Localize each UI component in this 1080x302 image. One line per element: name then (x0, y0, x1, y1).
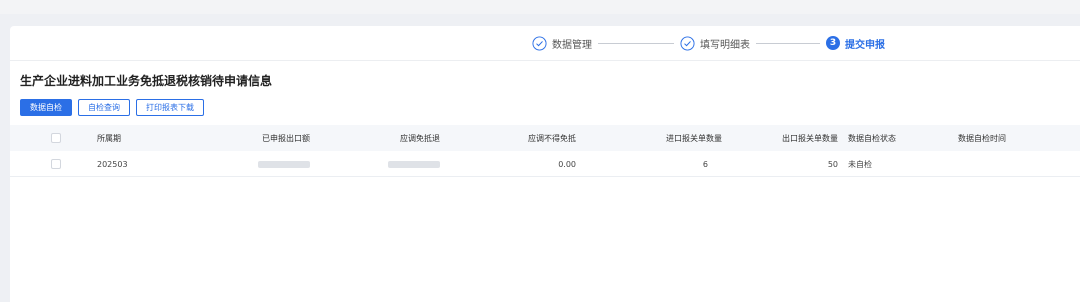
step-connector (598, 42, 674, 44)
col-declared-export: 已申报出口额 (262, 133, 310, 143)
check-circle-icon (532, 35, 547, 51)
check-circle-icon (680, 35, 695, 51)
cell-declared-export-redacted (210, 151, 310, 177)
cell-adjust-not-exempt: 0.00 (558, 159, 576, 169)
select-all-checkbox[interactable] (51, 125, 61, 151)
step-label: 填写明细表 (700, 39, 750, 51)
main-card: 数据管理 填写明细表 3 提交申报 生产企业进料加工业务免抵退税核销待申请信息 … (10, 26, 1080, 302)
page-title: 生产企业进料加工业务免抵退税核销待申请信息 (20, 74, 273, 88)
divider (10, 60, 1080, 61)
step-data-management[interactable]: 数据管理 (532, 35, 592, 51)
cell-period: 202503 (97, 159, 128, 169)
check-query-button[interactable]: 自检查询 (78, 99, 130, 116)
col-adjust-not-exempt: 应调不得免抵 (528, 133, 576, 143)
step-number: 3 (826, 36, 840, 50)
col-period: 所属期 (97, 133, 121, 143)
row-checkbox[interactable] (51, 151, 61, 177)
col-check-status: 数据自检状态 (848, 133, 896, 143)
step-label: 数据管理 (552, 39, 592, 51)
table-header: 所属期 已申报出口额 应调免抵退 应调不得免抵 进口报关单数量 出口报关单数量 … (10, 125, 1080, 151)
col-import-decl-count: 进口报关单数量 (666, 133, 722, 143)
step-connector (756, 42, 820, 44)
table-row[interactable]: 202503 0.00 6 50 未自检 (10, 151, 1080, 177)
cell-export-decl-count: 50 (827, 159, 838, 169)
print-download-button[interactable]: 打印报表下载 (136, 99, 204, 116)
cell-check-status: 未自检 (848, 159, 872, 169)
cell-import-decl-count: 6 (702, 159, 708, 169)
col-check-time: 数据自检时间 (958, 133, 1006, 143)
stepper: 数据管理 填写明细表 3 提交申报 (532, 34, 885, 52)
step-label: 提交申报 (845, 39, 885, 51)
step-fill-detail[interactable]: 填写明细表 (680, 35, 750, 51)
col-export-decl-count: 出口报关单数量 (782, 133, 838, 143)
toolbar: 数据自检 自检查询 打印报表下载 (20, 99, 204, 116)
step-submit[interactable]: 3 提交申报 (826, 36, 885, 51)
self-check-button[interactable]: 数据自检 (20, 99, 72, 116)
top-strip (0, 0, 1080, 14)
col-adjust-exempt-refund: 应调免抵退 (400, 133, 440, 143)
cell-adjust-exempt-refund-redacted (340, 151, 440, 177)
